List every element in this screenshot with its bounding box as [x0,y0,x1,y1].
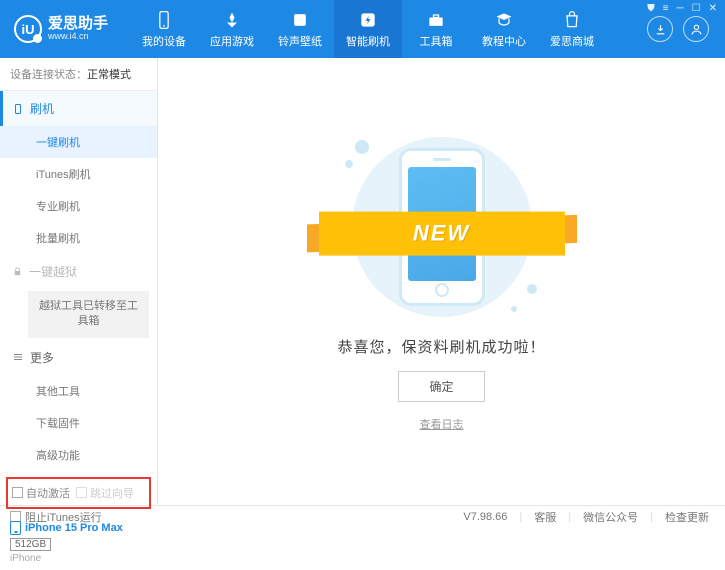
storage-badge: 512GB [10,538,51,551]
sidebar-group-flash[interactable]: 刷机 [0,91,157,126]
nav-flash[interactable]: 智能刷机 [334,0,402,58]
phone-icon [10,521,21,535]
sidebar-group-more[interactable]: 更多 [0,340,157,375]
download-manager-button[interactable] [647,16,673,42]
header: iU 爱思助手 www.i4.cn 我的设备 应用游戏 铃声壁纸 智能刷机 工具… [0,0,725,58]
auto-activate-checkbox[interactable]: 自动激活 [12,485,70,501]
nav-label: 我的设备 [142,33,186,49]
menu-icon[interactable]: ≡ [663,3,669,14]
connection-status: 设备连接状态：正常模式 [0,58,157,91]
footer-support[interactable]: 客服 [528,509,562,525]
nav-label: 教程中心 [482,33,526,49]
nav-ringtone[interactable]: 铃声壁纸 [266,0,334,58]
sidebar-item-itunes[interactable]: iTunes刷机 [0,158,157,190]
jailbreak-moved-note[interactable]: 越狱工具已转移至工具箱 [28,291,149,338]
sidebar: 设备连接状态：正常模式 刷机 一键刷机 iTunes刷机 专业刷机 批量刷机 一… [0,58,158,505]
sidebar-item-download-firmware[interactable]: 下载固件 [0,407,157,439]
new-ribbon: NEW [319,211,565,255]
ok-button[interactable]: 确定 [398,371,484,402]
version-label: V7.98.66 [457,511,513,523]
sidebar-item-oneclick[interactable]: 一键刷机 [0,126,157,158]
close-icon[interactable]: ✕ [709,3,717,14]
sidebar-item-advanced[interactable]: 高级功能 [0,439,157,471]
app-url: www.i4.cn [48,32,108,42]
device-icon [154,10,174,30]
nav-my-device[interactable]: 我的设备 [130,0,198,58]
store-icon [562,10,582,30]
nav-label: 智能刷机 [346,33,390,49]
main-content: NEW 恭喜您，保资料刷机成功啦！ 确定 查看日志 [158,58,725,505]
sidebar-group-label: 更多 [30,349,54,366]
main-nav: 我的设备 应用游戏 铃声壁纸 智能刷机 工具箱 教程中心 爱思商城 [130,0,631,58]
sidebar-group-jailbreak: 一键越狱 [0,254,157,289]
list-icon [12,351,24,363]
skip-setup-checkbox[interactable]: 跳过向导 [76,485,134,501]
app-title: 爱思助手 [48,16,108,33]
apps-icon [222,10,242,30]
nav-store[interactable]: 爱思商城 [538,0,606,58]
footer-update[interactable]: 检查更新 [659,509,715,525]
nav-toolbox[interactable]: 工具箱 [402,0,470,58]
footer-wechat[interactable]: 微信公众号 [577,509,644,525]
nav-label: 铃声壁纸 [278,33,322,49]
tutorial-icon [494,10,514,30]
view-log-link[interactable]: 查看日志 [420,416,464,432]
sidebar-item-batch[interactable]: 批量刷机 [0,222,157,254]
nav-tutorial[interactable]: 教程中心 [470,0,538,58]
user-button[interactable] [683,16,709,42]
sidebar-group-label: 一键越狱 [29,263,77,280]
user-icon [690,23,703,36]
device-type: iPhone [10,553,147,564]
lock-icon [12,266,23,277]
nav-label: 工具箱 [420,33,453,49]
sidebar-group-label: 刷机 [30,100,54,117]
minimize-icon[interactable]: ─ [677,3,684,14]
logo-icon: iU [14,15,42,43]
success-message: 恭喜您，保资料刷机成功啦！ [337,336,545,357]
maximize-icon[interactable]: ☐ [692,3,701,14]
sidebar-item-pro[interactable]: 专业刷机 [0,190,157,222]
download-icon [654,23,667,36]
sidebar-item-other-tools[interactable]: 其他工具 [0,375,157,407]
nav-apps[interactable]: 应用游戏 [198,0,266,58]
nav-label: 爱思商城 [550,33,594,49]
block-itunes-checkbox[interactable]: 阻止iTunes运行 [10,509,102,525]
phone-icon [12,103,24,115]
options-highlight-box: 自动激活 跳过向导 [6,477,151,509]
success-illustration: NEW [337,132,547,322]
toolbox-icon [426,10,446,30]
gift-icon[interactable]: ⛊ [647,3,655,14]
logo[interactable]: iU 爱思助手 www.i4.cn [0,15,130,43]
nav-label: 应用游戏 [210,33,254,49]
flash-icon [358,10,378,30]
ringtone-icon [290,10,310,30]
